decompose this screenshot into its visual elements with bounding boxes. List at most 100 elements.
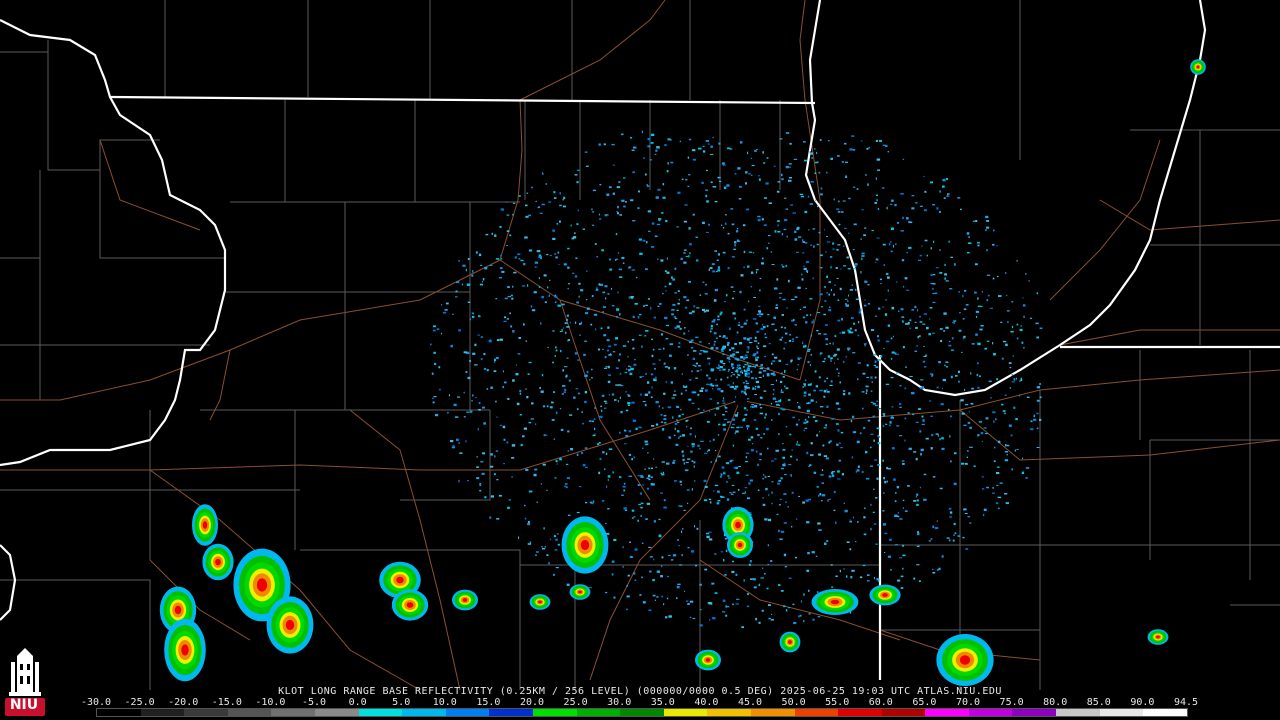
echo-pixel xyxy=(675,443,679,446)
echo-pixel xyxy=(816,486,819,488)
echo-pixel xyxy=(737,167,741,170)
echo-pixel xyxy=(533,473,537,477)
echo-pixel xyxy=(771,502,773,505)
echo-pixel xyxy=(693,461,696,464)
echo-pixel xyxy=(683,332,686,335)
echo-pixel xyxy=(599,457,602,460)
echo-pixel xyxy=(894,514,898,517)
echo-pixel xyxy=(517,353,521,355)
echo-pixel xyxy=(732,603,734,606)
echo-pixel xyxy=(562,385,566,387)
echo-pixel xyxy=(731,418,735,421)
echo-pixel xyxy=(678,298,680,301)
echo-pixel xyxy=(605,522,607,525)
echo-pixel xyxy=(744,363,747,366)
echo-pixel xyxy=(779,380,783,383)
echo-pixel xyxy=(576,301,578,304)
echo-pixel xyxy=(887,151,889,153)
echo-pixel xyxy=(586,270,588,272)
echo-pixel xyxy=(785,387,789,390)
echo-pixel xyxy=(777,482,780,485)
echo-pixel xyxy=(711,320,715,323)
echo-pixel xyxy=(812,277,814,280)
echo-pixel xyxy=(847,300,849,302)
echo-pixel xyxy=(691,370,693,373)
echo-pixel xyxy=(546,253,549,256)
echo-pixel xyxy=(725,337,728,339)
echo-pixel xyxy=(607,365,610,369)
echo-pixel xyxy=(663,603,665,606)
echo-pixel xyxy=(511,457,515,459)
echo-pixel xyxy=(585,466,588,469)
echo-pixel xyxy=(692,213,695,216)
echo-pixel xyxy=(520,443,523,447)
echo-pixel xyxy=(924,190,927,193)
echo-pixel xyxy=(755,427,759,430)
echo-pixel xyxy=(930,373,933,375)
echo-pixel xyxy=(604,407,607,409)
echo-pixel xyxy=(584,447,588,449)
echo-pixel xyxy=(459,452,463,454)
echo-pixel xyxy=(851,415,855,418)
echo-pixel xyxy=(954,452,957,455)
echo-pixel xyxy=(882,243,886,246)
echo-pixel xyxy=(591,208,593,211)
echo-pixel xyxy=(875,177,877,180)
echo-pixel xyxy=(602,394,605,397)
echo-pixel xyxy=(806,314,809,316)
echo-pixel xyxy=(909,376,913,377)
echo-pixel xyxy=(1009,367,1012,369)
echo-pixel xyxy=(591,368,593,371)
echo-pixel xyxy=(553,438,555,440)
echo-pixel xyxy=(686,600,689,602)
echo-pixel xyxy=(889,242,891,246)
echo-pixel xyxy=(790,455,793,458)
echo-pixel xyxy=(577,209,579,212)
echo-pixel xyxy=(651,338,653,341)
echo-pixel xyxy=(687,281,691,283)
echo-pixel xyxy=(851,569,855,572)
echo-pixel xyxy=(554,294,557,297)
storm-cell xyxy=(202,521,208,529)
echo-pixel xyxy=(753,419,757,421)
echo-pixel xyxy=(588,379,591,381)
echo-pixel xyxy=(715,459,717,462)
echo-pixel xyxy=(750,271,754,274)
echo-pixel xyxy=(929,307,933,309)
echo-pixel xyxy=(747,151,749,155)
echo-pixel xyxy=(631,458,633,461)
echo-pixel xyxy=(469,360,471,363)
echo-pixel xyxy=(776,403,780,406)
echo-pixel xyxy=(717,318,720,321)
echo-pixel xyxy=(837,299,840,301)
echo-pixel xyxy=(741,390,743,393)
echo-pixel xyxy=(775,449,779,452)
echo-pixel xyxy=(554,253,557,255)
echo-pixel xyxy=(660,421,663,423)
echo-pixel xyxy=(573,396,576,399)
echo-pixel xyxy=(642,484,644,486)
echo-pixel xyxy=(897,511,900,514)
echo-pixel xyxy=(507,398,510,400)
echo-pixel xyxy=(527,521,530,524)
echo-pixel xyxy=(992,487,994,489)
echo-pixel xyxy=(757,434,760,437)
echo-pixel xyxy=(993,229,995,232)
echo-pixel xyxy=(476,477,480,480)
echo-pixel xyxy=(549,254,552,257)
echo-pixel xyxy=(906,289,910,291)
echo-pixel xyxy=(594,407,596,409)
echo-pixel xyxy=(658,348,662,350)
echo-pixel xyxy=(936,207,939,210)
echo-pixel xyxy=(788,340,792,342)
echo-pixel xyxy=(948,539,951,542)
echo-pixel xyxy=(989,307,993,309)
echo-pixel xyxy=(567,450,569,452)
echo-pixel xyxy=(677,346,681,348)
echo-pixel xyxy=(727,384,730,386)
echo-pixel xyxy=(803,421,807,424)
echo-pixel xyxy=(933,274,936,276)
echo-pixel xyxy=(682,458,685,462)
echo-pixel xyxy=(783,522,787,524)
echo-pixel xyxy=(530,305,533,308)
